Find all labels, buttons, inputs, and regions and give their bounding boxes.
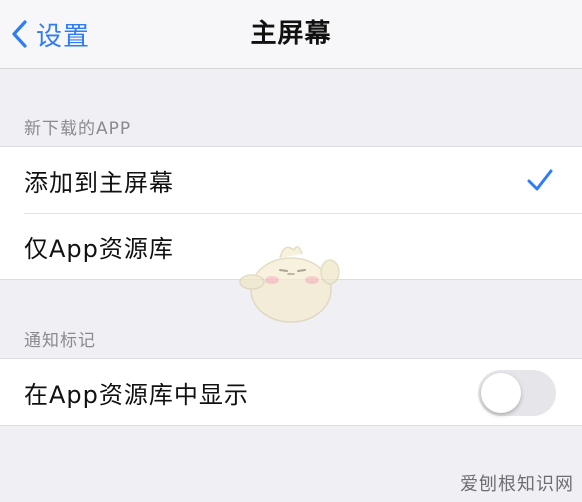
option-label: 仅App资源库	[24, 234, 174, 263]
row-label: 在App资源库中显示	[24, 380, 249, 409]
option-add-to-home-screen[interactable]: 添加到主屏幕	[0, 147, 582, 213]
notification-badges-group: 在App资源库中显示	[0, 358, 582, 426]
show-in-app-library-row: 在App资源库中显示	[0, 359, 582, 425]
navigation-bar: 设置 主屏幕	[0, 0, 582, 69]
option-label: 添加到主屏幕	[24, 168, 174, 197]
page-title: 主屏幕	[250, 19, 332, 49]
mascot-watermark-icon	[239, 246, 340, 323]
section-header-notification-badges: 通知标记	[24, 331, 96, 351]
section-header-new-apps: 新下载的APP	[24, 119, 132, 139]
show-in-app-library-toggle[interactable]	[478, 370, 556, 416]
watermark-text: 爱刨根知识网	[460, 474, 574, 495]
toggle-knob	[481, 373, 521, 413]
checkmark-icon	[527, 169, 553, 191]
